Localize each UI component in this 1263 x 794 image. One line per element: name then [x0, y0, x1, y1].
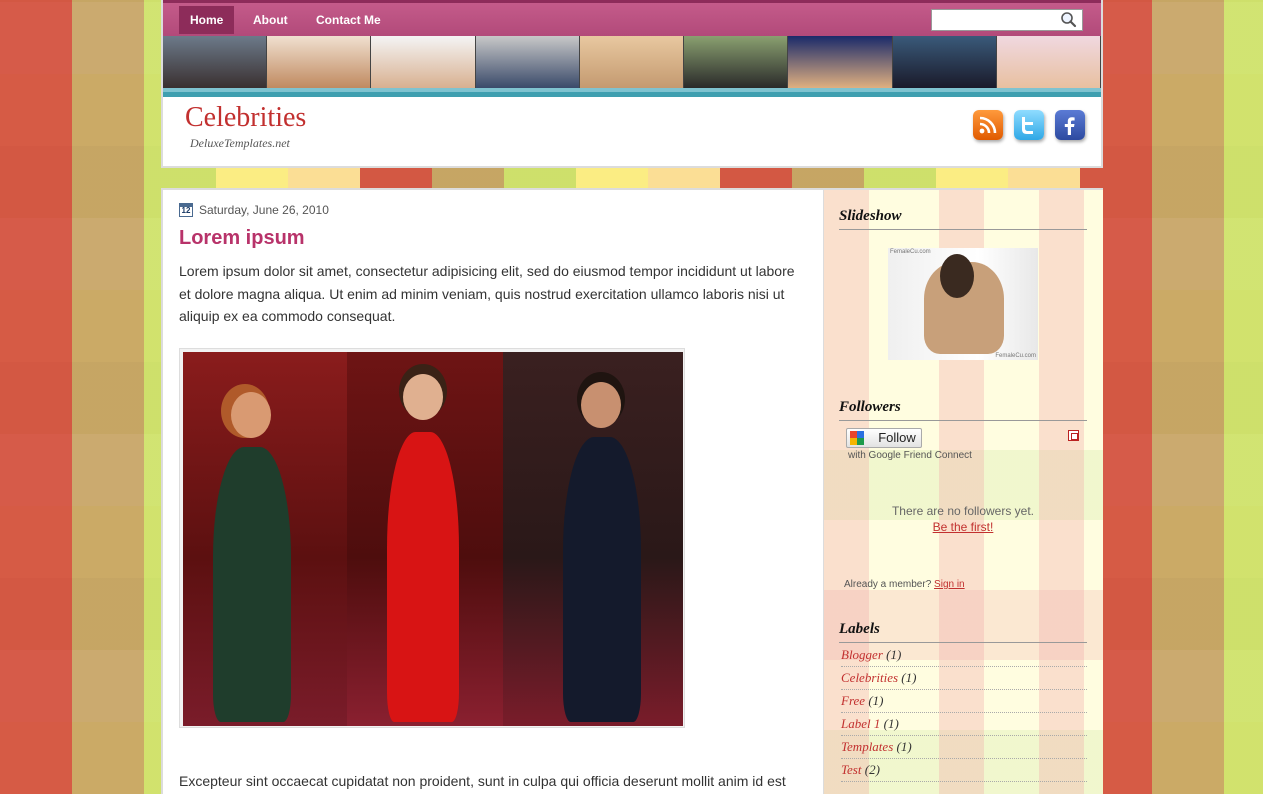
list-item: Celebrities (1) [841, 667, 1087, 690]
be-first-link[interactable]: Be the first! [824, 520, 1102, 534]
post-paragraph: Lorem ipsum dolor sit amet, consectetur … [179, 263, 795, 324]
no-followers-text: There are no followers yet. [891, 504, 1035, 518]
figure-head [231, 392, 271, 438]
sign-in-link[interactable]: Sign in [934, 579, 965, 590]
figure-head [403, 374, 443, 420]
nav-item-home[interactable]: Home [179, 6, 235, 34]
label-link[interactable]: Templates [841, 739, 893, 754]
image-panel [503, 352, 683, 726]
nav-item-about[interactable]: About [242, 6, 299, 34]
figure-head [581, 382, 621, 428]
site-subtitle: DeluxeTemplates.net [190, 136, 290, 150]
list-item: Test (2) [841, 759, 1087, 782]
slideshow-widget-title: Slideshow [839, 208, 1087, 230]
label-link[interactable]: Free [841, 693, 865, 708]
red-gown [387, 432, 459, 722]
calendar-icon-day: 12 [181, 206, 191, 215]
main-content-area: 12 Saturday, June 26, 2010 Lorem ipsum L… [161, 188, 1103, 794]
facebook-icon[interactable] [1055, 110, 1085, 140]
banner-photo [475, 36, 580, 88]
follow-button-label: Follow [878, 430, 916, 445]
follow-button[interactable]: Follow [846, 428, 922, 448]
slideshow-caption: FemaleCu.com [995, 353, 1036, 359]
labels-widget-title: Labels [839, 621, 1087, 643]
magnifier-icon[interactable] [1059, 11, 1079, 29]
list-item: Templates (1) [841, 736, 1087, 759]
label-count: (1) [896, 739, 912, 754]
google-icon [850, 431, 864, 445]
label-count: (1) [901, 670, 917, 685]
banner-photo [684, 36, 789, 88]
label-link[interactable]: Blogger [841, 647, 883, 662]
site-header: Home About Contact Me Celebrities Deluxe… [161, 0, 1103, 168]
labels-list: Blogger (1) Celebrities (1) Free (1) Lab… [841, 644, 1087, 782]
banner-photo [892, 36, 997, 88]
slideshow-image[interactable]: FemaleCu.com FemaleCu.com [888, 248, 1038, 360]
sidebar: Slideshow FemaleCu.com FemaleCu.com Foll… [823, 190, 1103, 794]
list-item: Free (1) [841, 690, 1087, 713]
celebrity-photo-banner [163, 36, 1101, 88]
page-wrapper: Home About Contact Me Celebrities Deluxe… [161, 0, 1103, 794]
banner-photo [371, 36, 476, 88]
list-item: Blogger (1) [841, 644, 1087, 667]
search-box [931, 9, 1083, 31]
banner-divider [163, 88, 1101, 97]
post-title[interactable]: Lorem ipsum [179, 227, 305, 250]
top-nav-bar: Home About Contact Me [163, 0, 1101, 36]
popout-icon[interactable] [1068, 430, 1079, 441]
label-link[interactable]: Label 1 [841, 716, 880, 731]
rss-icon[interactable] [973, 110, 1003, 140]
already-member-text: Already a member? Sign in [844, 579, 965, 590]
label-count: (1) [886, 647, 902, 662]
navy-gown [563, 437, 641, 722]
gfc-caption: with Google Friend Connect [848, 450, 972, 461]
image-panel [183, 352, 347, 726]
green-gown [213, 447, 291, 722]
slideshow-caption: FemaleCu.com [890, 249, 931, 255]
banner-photo [163, 36, 268, 88]
label-link[interactable]: Test [841, 762, 861, 777]
site-title[interactable]: Celebrities [185, 102, 306, 134]
nav-item-contact[interactable]: Contact Me [305, 6, 392, 34]
banner-photo [267, 36, 372, 88]
label-count: (1) [868, 693, 884, 708]
banner-photo [788, 36, 893, 88]
banner-photo [996, 36, 1101, 88]
post-image[interactable] [179, 348, 685, 728]
post-date: 12 Saturday, June 26, 2010 [179, 202, 329, 218]
already-member-label: Already a member? [844, 579, 932, 590]
label-count: (1) [883, 716, 899, 731]
label-count: (2) [864, 762, 880, 777]
post-date-text: Saturday, June 26, 2010 [199, 203, 329, 217]
label-link[interactable]: Celebrities [841, 670, 898, 685]
post-paragraph: Excepteur sint occaecat cupidatat non pr… [179, 773, 786, 789]
twitter-icon[interactable] [1014, 110, 1044, 140]
list-item: Label 1 (1) [841, 713, 1087, 736]
search-input[interactable] [932, 10, 1058, 30]
slideshow-figure-hair [940, 254, 974, 298]
banner-photo [579, 36, 685, 88]
followers-widget-title: Followers [839, 399, 1087, 421]
image-panel [347, 352, 503, 726]
calendar-icon: 12 [179, 203, 193, 217]
